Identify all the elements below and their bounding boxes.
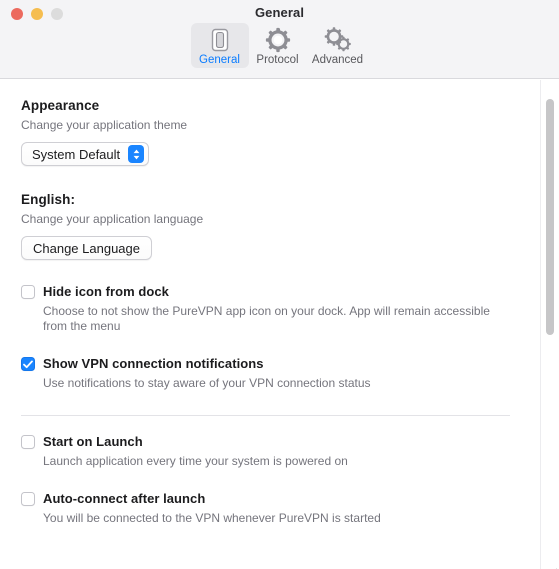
appearance-theme-value: System Default: [32, 146, 121, 162]
appearance-heading: Appearance: [21, 98, 100, 113]
tab-advanced-label: Advanced: [311, 54, 364, 66]
start-on-launch-checkbox[interactable]: [21, 435, 35, 449]
tab-protocol[interactable]: Protocol: [249, 23, 307, 68]
show-vpn-notifications-label: Show VPN connection notifications: [43, 356, 264, 371]
resize-grip-icon[interactable]: [551, 561, 557, 569]
vertical-scrollbar[interactable]: [540, 80, 559, 569]
gear-icon: [265, 27, 291, 53]
preferences-content: Appearance Change your application theme…: [0, 80, 535, 536]
show-vpn-notifications-checkbox[interactable]: [21, 357, 35, 371]
appearance-theme-select[interactable]: System Default: [21, 142, 150, 166]
language-heading: English:: [21, 192, 76, 207]
vertical-scrollbar-thumb[interactable]: [546, 99, 554, 335]
window-title: General: [254, 5, 305, 20]
change-language-button[interactable]: Change Language: [21, 236, 152, 260]
auto-connect-after-launch-checkbox[interactable]: [21, 492, 35, 506]
window-titlebar: General General Protocol Advanced: [0, 0, 559, 79]
auto-connect-after-launch-label: Auto-connect after launch: [43, 491, 206, 506]
hide-icon-from-dock-checkbox[interactable]: [21, 285, 35, 299]
chevron-updown-icon: [128, 145, 145, 163]
start-on-launch-description: Launch application every time your syste…: [43, 454, 348, 468]
start-on-launch-label: Start on Launch: [43, 434, 143, 449]
toolbar-tabs: General Protocol Advanced: [0, 23, 559, 68]
auto-connect-after-launch-row[interactable]: Auto-connect after launch: [21, 491, 511, 506]
tab-general[interactable]: General: [190, 23, 249, 68]
language-description: Change your application language: [21, 212, 204, 226]
hide-icon-from-dock-description: Choose to not show the PureVPN app icon …: [43, 304, 490, 333]
start-on-launch-row[interactable]: Start on Launch: [21, 434, 511, 449]
tab-general-label: General: [199, 54, 240, 66]
tab-advanced[interactable]: Advanced: [307, 23, 369, 68]
checkmark-icon: [23, 360, 33, 368]
hide-icon-from-dock-label: Hide icon from dock: [43, 284, 169, 299]
preferences-scroll-area[interactable]: Appearance Change your application theme…: [0, 80, 559, 569]
auto-connect-after-launch-description: You will be connected to the VPN wheneve…: [43, 511, 381, 525]
preferences-window: General General Protocol Advanced Appear…: [0, 0, 559, 569]
appearance-description: Change your application theme: [21, 118, 188, 132]
toggle-switch-icon: [209, 27, 231, 53]
show-vpn-notifications-row[interactable]: Show VPN connection notifications: [21, 356, 511, 371]
show-vpn-notifications-description: Use notifications to stay aware of your …: [43, 376, 371, 390]
hide-icon-from-dock-row[interactable]: Hide icon from dock: [21, 284, 511, 299]
double-gear-icon: [323, 27, 353, 53]
tab-protocol-label: Protocol: [256, 54, 299, 66]
